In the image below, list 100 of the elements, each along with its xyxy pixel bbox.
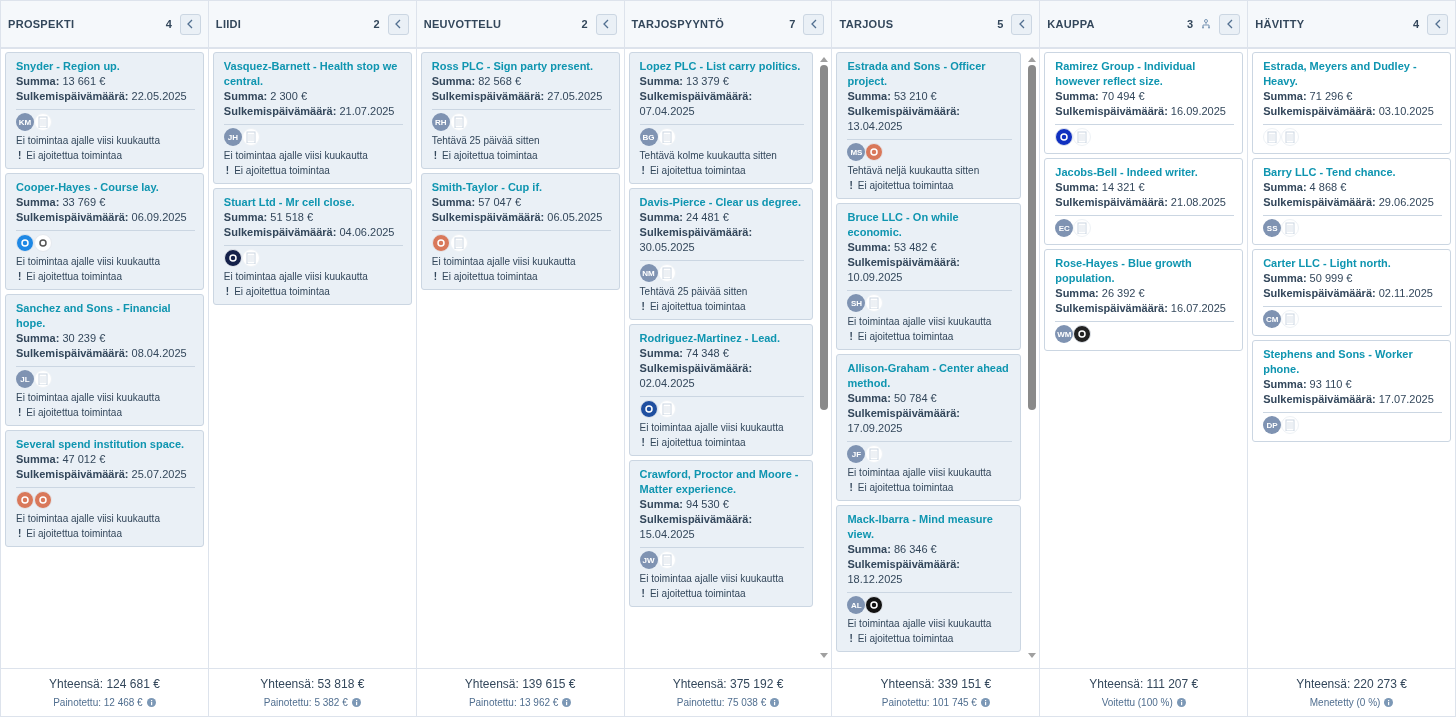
deal-card[interactable]: Allison-Graham - Center ahead method. Summa: 50 784 € Sulkemispäivämäärä: 17.09.2025 JF Ei toimintaa ajalle viisi kuukautta ! Ei ajoitettua toimintaa [836,354,1022,501]
collapse-button[interactable] [179,13,201,35]
close-date-text: Sulkemispäivämäärä: 07.04.2025 [639,89,754,119]
deal-link[interactable]: Stephens and Sons - Worker phone. [1263,347,1442,377]
company-avatar [34,370,52,388]
deal-card[interactable]: Several spend institution space. Summa: 47 012 € Sulkemispäivämäärä: 25.07.2025 Ei toimintaa ajalle viisi kuukautta ! Ei ajoitettua toimintaa [5,430,204,547]
column-total: Yhteensä: 124 681 € [49,676,160,693]
deal-card[interactable]: Crawford, Proctor and Moore - Matter experience. Summa: 94 530 € Sulkemispäivämäärä: 15.04.2025 JW Ei toimintaa ajalle viisi kuukautta ! Ei ajoitettua toimintaa [628,460,814,607]
collapse-button[interactable] [1427,13,1448,35]
chevron-left-icon [1433,19,1442,29]
deal-card[interactable]: Ramirez Group - Individual however reflect size. Summa: 70 494 € Sulkemispäivämäärä: 16.09.2025 [1044,52,1244,154]
deal-card[interactable]: Rodriguez-Martinez - Lead. Summa: 74 348 € Sulkemispäivämäärä: 02.04.2025 Ei toimintaa ajalle viisi kuukautta ! Ei ajoitettua toimintaa [628,324,814,456]
deal-card[interactable]: Sanchez and Sons - Financial hope. Summa: 30 239 € Sulkemispäivämäärä: 08.04.2025 JL Ei toimintaa ajalle viisi kuukautta ! Ei ajoitettua toimintaa [5,294,204,426]
avatar-initials: JH [223,128,242,146]
schedule-text: Ei ajoitettua toimintaa [26,406,122,420]
deal-card[interactable]: Estrada and Sons - Officer project. Summa: 53 210 € Sulkemispäivämäärä: 13.04.2025 MS Tehtävä neljä kuukautta sitten ! Ei ajoitettua toimintaa [836,52,1022,199]
collapse-button[interactable] [387,13,409,35]
company-avatar [1281,416,1300,434]
close-date-text: Sulkemispäivämäärä: 03.10.2025 [1263,104,1435,119]
deal-link[interactable]: Jacobs-Bell - Indeed writer. [1055,165,1235,180]
collapse-button[interactable] [595,13,617,35]
card-count: 2 [581,16,588,32]
amount-text: Summa: 51 518 € [223,210,315,225]
weighted-total: Painotettu: 5 382 € [263,696,348,710]
schedule-text: Ei ajoitettua toimintaa [442,149,538,163]
deal-card[interactable]: Lopez PLC - List carry politics. Summa: 13 379 € Sulkemispäivämäärä: 07.04.2025 BG Tehtävä kolme kuukautta sitten ! Ei ajoitettua toimintaa [628,52,814,184]
warning-mark: ! [640,164,646,178]
amount-text: Summa: 86 346 € [847,542,938,557]
activity-text: Ei toimintaa ajalle viisi kuukautta [16,391,161,405]
collapse-button[interactable] [1011,13,1033,35]
close-date-text: Sulkemispäivämäärä: 27.05.2025 [431,89,604,104]
amount-text: Summa: 33 769 € [16,195,107,210]
chevron-left-icon [1017,19,1026,29]
amount-text: Summa: 57 047 € [431,195,522,210]
schedule-text: Ei ajoitettua toimintaa [234,164,330,178]
warning-mark: ! [640,436,646,450]
deal-card[interactable]: Stuart Ltd - Mr cell close. Summa: 51 518 € Sulkemispäivämäärä: 04.06.2025 Ei toimintaa ajalle viisi kuukautta ! Ei ajoitettua toimintaa [212,188,412,305]
warning-mark: ! [432,149,439,163]
deal-card[interactable]: Ross PLC - Sign party present. Summa: 82 568 € Sulkemispäivämäärä: 27.05.2025 RH Tehtävä 25 päivää sitten ! Ei ajoitettua toimintaa [420,52,620,169]
amount-text: Summa: 13 661 € [16,74,107,89]
avatar-initials: RH [431,113,450,131]
deal-card[interactable]: Cooper-Hayes - Course lay. Summa: 33 769 € Sulkemispäivämäärä: 06.09.2025 Ei toimintaa ajalle viisi kuukautta ! Ei ajoitettua toimintaa [5,173,204,290]
weighted-total: Painotettu: 75 038 € [676,696,767,710]
amount-text: Summa: 13 379 € [639,74,730,89]
column-title: HÄVITTY [1255,16,1305,32]
close-date-text: Sulkemispäivämäärä: 16.09.2025 [1055,104,1227,119]
deal-card[interactable]: Davis-Pierce - Clear us degree. Summa: 24 481 € Sulkemispäivämäärä: 30.05.2025 NM Tehtävä 25 päivää sitten ! Ei ajoitettua toimintaa [628,188,814,320]
activity-text: Ei toimintaa ajalle viisi kuukautta [847,617,993,631]
schedule-text: Ei ajoitettua toimintaa [649,436,746,450]
amount-text: Summa: 82 568 € [431,74,522,89]
deal-card[interactable]: Smith-Taylor - Cup if. Summa: 57 047 € Sulkemispäivämäärä: 06.05.2025 Ei toimintaa ajalle viisi kuukautta ! Ei ajoitettua toimintaa [420,173,620,290]
card-count: 4 [165,16,172,32]
weighted-total: Painotettu: 13 962 € [468,696,559,710]
close-date-text: Sulkemispäivämäärä: 02.11.2025 [1263,286,1434,301]
deal-card[interactable]: Mack-Ibarra - Mind measure view. Summa: 86 346 € Sulkemispäivämäärä: 18.12.2025 AL Ei toimintaa ajalle viisi kuukautta ! Ei ajoitettua toimintaa [836,505,1022,652]
close-date-text: Sulkemispäivämäärä: 30.05.2025 [639,225,754,255]
warning-mark: ! [224,164,231,178]
amount-text: Summa: 30 239 € [16,331,107,346]
close-date-text: Sulkemispäivämäärä: 04.06.2025 [223,225,396,240]
amount-text: Summa: 53 210 € [847,89,938,104]
deal-card[interactable]: Bruce LLC - On while economic. Summa: 53 482 € Sulkemispäivämäärä: 10.09.2025 SH Ei toimintaa ajalle viisi kuukautta ! Ei ajoitettua toimintaa [836,203,1022,350]
company-avatar [34,113,52,131]
deal-link[interactable]: Carter LLC - Light north. [1263,256,1442,271]
deal-card[interactable]: Jacobs-Bell - Indeed writer. Summa: 14 321 € Sulkemispäivämäärä: 21.08.2025 EC [1044,158,1244,245]
deal-card[interactable]: Rose-Hayes - Blue growth population. Summa: 26 392 € Sulkemispäivämäärä: 16.07.2025 WM [1044,249,1244,351]
card-count: 5 [997,16,1004,32]
avatar-initials: DP [1263,416,1282,434]
activity-text: Ei toimintaa ajalle viisi kuukautta [16,134,161,148]
deal-card[interactable]: Estrada, Meyers and Dudley - Heavy. Summa: 71 296 € Sulkemispäivämäärä: 03.10.2025 [1252,52,1451,154]
deal-card[interactable]: Stephens and Sons - Worker phone. Summa: 93 110 € Sulkemispäivämäärä: 17.07.2025 DP [1252,340,1451,442]
collapse-button[interactable] [803,13,825,35]
deal-link[interactable]: Rose-Hayes - Blue growth population. [1055,256,1235,286]
warning-mark: ! [640,587,646,601]
amount-text: Summa: 74 348 € [639,346,730,361]
close-date-text: Sulkemispäivämäärä: 22.05.2025 [16,89,188,104]
info-icon [146,698,156,707]
warning-mark: ! [848,481,854,495]
avatar-initials: SS [1263,219,1282,237]
chevron-left-icon [186,19,195,29]
deal-link[interactable]: Ramirez Group - Individual however reflect size. [1055,59,1235,89]
company-avatar [657,128,676,146]
schedule-text: Ei ajoitettua toimintaa [26,270,122,284]
amount-text: Summa: 93 110 € [1263,377,1353,392]
deal-card[interactable]: Vasquez-Barnett - Health stop we central. Summa: 2 300 € Sulkemispäivämäärä: 21.07.2025 JH Ei toimintaa ajalle viisi kuukautta ! Ei ajoitettua toimintaa [212,52,412,184]
company-avatar [1281,128,1300,146]
deal-card[interactable]: Carter LLC - Light north. Summa: 50 999 € Sulkemispäivämäärä: 02.11.2025 CM [1252,249,1451,336]
info-icon [351,698,361,707]
close-date-text: Sulkemispäivämäärä: 16.07.2025 [1055,301,1227,316]
column-title: NEUVOTTELU [423,16,502,32]
company-avatar [657,264,676,282]
deal-card[interactable]: Barry LLC - Tend chance. Summa: 4 868 € Sulkemispäivämäärä: 29.06.2025 SS [1252,158,1451,245]
deal-card[interactable]: Snyder - Region up. Summa: 13 661 € Sulkemispäivämäärä: 22.05.2025 KM Ei toimintaa ajalle viisi kuukautta ! Ei ajoitettua toimintaa [5,52,204,169]
deal-link[interactable]: Barry LLC - Tend chance. [1263,165,1442,180]
card-count: 4 [1412,16,1419,32]
schedule-text: Ei ajoitettua toimintaa [26,527,122,541]
schedule-text: Ei ajoitettua toimintaa [649,164,746,178]
deal-link[interactable]: Estrada, Meyers and Dudley - Heavy. [1263,59,1442,89]
chevron-left-icon [394,19,403,29]
schedule-text: Ei ajoitettua toimintaa [234,285,330,299]
collapse-button[interactable] [1219,13,1241,35]
